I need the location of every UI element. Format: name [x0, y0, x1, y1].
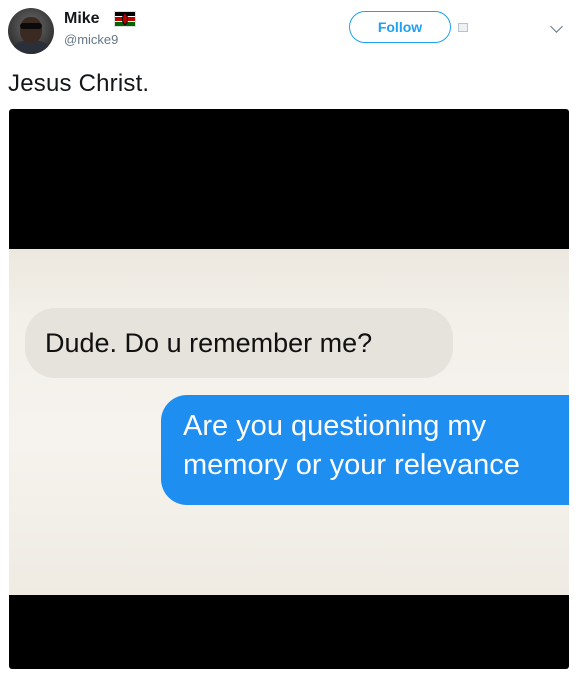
user-avatar[interactable]	[8, 8, 54, 54]
chat-screenshot: Dude. Do u remember me? Are you question…	[9, 249, 569, 595]
follow-button[interactable]: Follow	[349, 11, 451, 43]
avatar-face	[20, 17, 42, 43]
outgoing-message-line-1: Are you questioning my	[183, 410, 487, 442]
tweet-header: Mike @micke9 Follow	[0, 0, 581, 62]
outgoing-message-bubble: Are you questioning my memory or your re…	[161, 395, 569, 505]
outgoing-message-line-2: memory or your relevance	[183, 449, 520, 481]
broken-image-icon	[458, 23, 468, 32]
user-handle[interactable]: @micke9	[64, 32, 118, 47]
incoming-message-bubble: Dude. Do u remember me?	[25, 308, 453, 378]
incoming-message-text: Dude. Do u remember me?	[45, 327, 373, 358]
tweet-text: Jesus Christ.	[8, 70, 150, 97]
user-display-name[interactable]: Mike	[64, 10, 100, 28]
tweet-media-image[interactable]: Dude. Do u remember me? Are you question…	[9, 109, 569, 669]
avatar-sunglasses	[20, 23, 42, 29]
kenya-flag-icon	[114, 11, 136, 27]
chevron-down-icon[interactable]	[550, 20, 563, 33]
